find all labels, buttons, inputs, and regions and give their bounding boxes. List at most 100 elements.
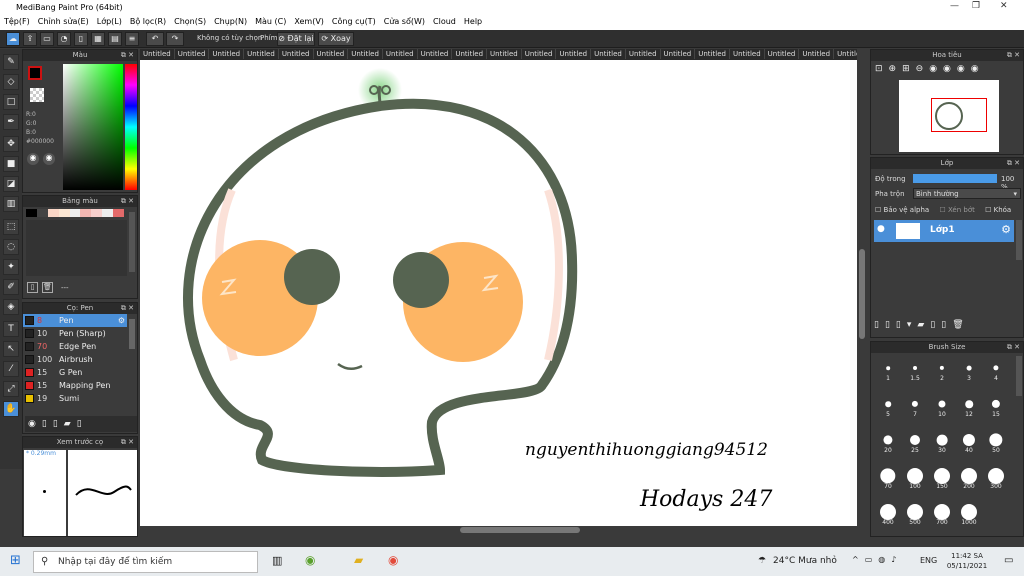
zoom-fit-icon[interactable]: ⊡ <box>875 64 889 74</box>
panel-close-icon[interactable]: ⧉ ✕ <box>1007 158 1020 169</box>
brush-folder-icon[interactable]: ▰ <box>64 419 77 429</box>
brush-size-cell[interactable]: 1.5 <box>902 356 928 382</box>
merge-layer-icon[interactable]: ▯ <box>941 320 952 330</box>
brush-size-cell[interactable]: 25 <box>902 428 928 454</box>
move-tool-icon[interactable]: ✥ <box>3 136 19 152</box>
chat-icon[interactable]: ▭ <box>40 32 54 46</box>
menu-layer[interactable]: Lớp(L) <box>93 15 126 26</box>
brush-tool-icon[interactable]: ✎ <box>3 54 19 70</box>
brush-row[interactable]: 15 Mapping Pen <box>23 379 127 392</box>
panel-close-icon[interactable]: ⧉ ✕ <box>121 50 134 61</box>
menu-view[interactable]: Xem(V) <box>290 15 328 26</box>
reset-button[interactable]: ⊘ Đặt lại <box>277 32 315 46</box>
chrome-icon[interactable]: ◉ <box>388 553 398 567</box>
color-picker-icon[interactable]: ◉ <box>43 153 55 165</box>
zoom-out-icon[interactable]: ⊖ <box>916 64 930 74</box>
chevron-up-icon[interactable]: ^ <box>852 555 865 564</box>
protect-alpha-checkbox[interactable]: ☐ Bảo vệ alpha <box>875 206 929 214</box>
brush-add-icon[interactable]: ◉ <box>28 419 42 429</box>
brush-row[interactable]: 19 Sumi <box>23 392 127 405</box>
reset-rotate-icon[interactable]: ◉ <box>957 64 971 74</box>
document-tab[interactable]: Untitled <box>799 49 835 59</box>
pen-tool-icon[interactable]: ✒ <box>3 114 19 130</box>
color-wheel-icon[interactable]: ◉ <box>27 153 39 165</box>
lock-checkbox[interactable]: ☐ Khóa <box>985 206 1011 214</box>
shape-tool-icon[interactable]: ■ <box>3 156 19 172</box>
navigator-thumbnail[interactable] <box>899 80 999 152</box>
document-tab[interactable]: Untitled <box>383 49 418 59</box>
gradient-tool-icon[interactable]: ▥ <box>3 196 19 212</box>
menu-select[interactable]: Chọn(S) <box>170 15 210 26</box>
layer-type-icon[interactable]: ▾ <box>907 320 918 330</box>
panel-close-icon[interactable]: ⧉ ✕ <box>121 303 134 314</box>
document-tab[interactable]: Untitled <box>695 49 730 59</box>
list-icon[interactable]: ≡ <box>125 32 139 46</box>
rotate-right-icon[interactable]: ◉ <box>943 64 957 74</box>
delete-layer-icon[interactable]: 🗑 <box>952 320 969 330</box>
fill-tool-icon[interactable]: ◪ <box>3 176 19 192</box>
brush-size-cell[interactable]: 10 <box>929 392 955 418</box>
new-layer-8bit-icon[interactable]: ▯ <box>885 320 896 330</box>
dot-tool-icon[interactable]: □ <box>3 94 19 110</box>
new-layer-1bit-icon[interactable]: ▯ <box>896 320 907 330</box>
vertical-scrollbar[interactable] <box>857 49 867 534</box>
table-icon[interactable]: ▤ <box>108 32 122 46</box>
menu-help[interactable]: Help <box>460 15 486 26</box>
brush-size-cell[interactable]: 500 <box>902 500 928 526</box>
page-icon[interactable]: ▯ <box>74 32 88 46</box>
palette-scrollbar[interactable] <box>129 212 135 272</box>
clip-checkbox[interactable]: ☐ Xén bớt <box>939 206 974 214</box>
panel-close-icon[interactable]: ⧉ ✕ <box>1007 50 1020 61</box>
menu-cloud[interactable]: Cloud <box>429 15 460 26</box>
layer-gear-icon[interactable]: ⚙ <box>1001 223 1011 236</box>
menu-file[interactable]: Tệp(F) <box>0 15 34 26</box>
operation-tool-icon[interactable]: ↖ <box>3 341 19 357</box>
document-tab[interactable]: Untitled <box>591 49 626 59</box>
folder-icon[interactable]: ▰ <box>917 320 930 330</box>
brush-row[interactable]: 10 Pen (Sharp) <box>23 327 127 340</box>
add-palette-icon[interactable]: ▯ <box>27 282 38 293</box>
panel-close-icon[interactable]: ⧉ ✕ <box>1007 342 1020 353</box>
language-indicator[interactable]: ENG <box>920 556 937 565</box>
globe-icon[interactable]: ◍ <box>878 555 891 564</box>
brush-size-cell[interactable]: 2 <box>929 356 955 382</box>
upload-icon[interactable]: ⇪ <box>23 32 37 46</box>
secondary-color-swatch[interactable] <box>30 88 44 102</box>
visibility-icon[interactable]: ● <box>877 224 885 234</box>
document-tab[interactable]: Untitled <box>487 49 522 59</box>
opacity-slider[interactable] <box>913 174 997 183</box>
brush-size-cell[interactable]: 700 <box>929 500 955 526</box>
divide-tool-icon[interactable]: ⁄ <box>3 361 19 377</box>
document-tab[interactable]: Untitled <box>348 49 383 59</box>
document-tab[interactable]: Untitled <box>730 49 765 59</box>
document-tab[interactable]: Untitled <box>452 49 488 59</box>
brush-size-cell[interactable]: 200 <box>956 464 982 490</box>
brush-size-cell[interactable]: 1000 <box>956 500 982 526</box>
brush-list-scrollbar[interactable] <box>129 319 135 349</box>
gear-icon[interactable]: ⚙ <box>118 314 125 327</box>
clock[interactable]: 11:42 SA 05/11/2021 <box>944 551 990 571</box>
brush-size-cell[interactable]: 300 <box>983 464 1009 490</box>
task-view-icon[interactable]: ▥ <box>272 554 282 567</box>
menu-tools[interactable]: Công cụ(T) <box>328 15 380 26</box>
brush-row[interactable]: 70 Edge Pen <box>23 340 127 353</box>
brush-row[interactable]: 8 Pen ⚙ <box>23 314 127 327</box>
brush-row[interactable]: 15 G Pen <box>23 366 127 379</box>
undo-icon[interactable]: ↶ <box>146 32 164 46</box>
primary-color-swatch[interactable] <box>28 66 42 80</box>
brush-delete-icon[interactable]: ▯ <box>77 419 88 429</box>
document-tab[interactable]: Untitled <box>209 49 245 59</box>
menu-window[interactable]: Cửa sổ(W) <box>380 15 429 26</box>
brush-copy-icon[interactable]: ▯ <box>53 419 64 429</box>
rotate-left-icon[interactable]: ◉ <box>929 64 943 74</box>
zoom-in-icon[interactable]: ⊕ <box>889 64 903 74</box>
saturation-field[interactable] <box>63 64 123 190</box>
select-tool-icon[interactable]: ⬚ <box>3 219 19 235</box>
text-tool-icon[interactable]: T <box>3 321 19 337</box>
brush-row[interactable]: 100 Airbrush <box>23 353 127 366</box>
hscroll-thumb[interactable] <box>460 527 580 533</box>
menu-edit[interactable]: Chỉnh sửa(E) <box>34 15 93 26</box>
document-tab[interactable]: Untitled <box>244 49 279 59</box>
document-tab[interactable]: Untitled <box>314 49 349 59</box>
brush-size-cell[interactable]: 4 <box>983 356 1009 382</box>
